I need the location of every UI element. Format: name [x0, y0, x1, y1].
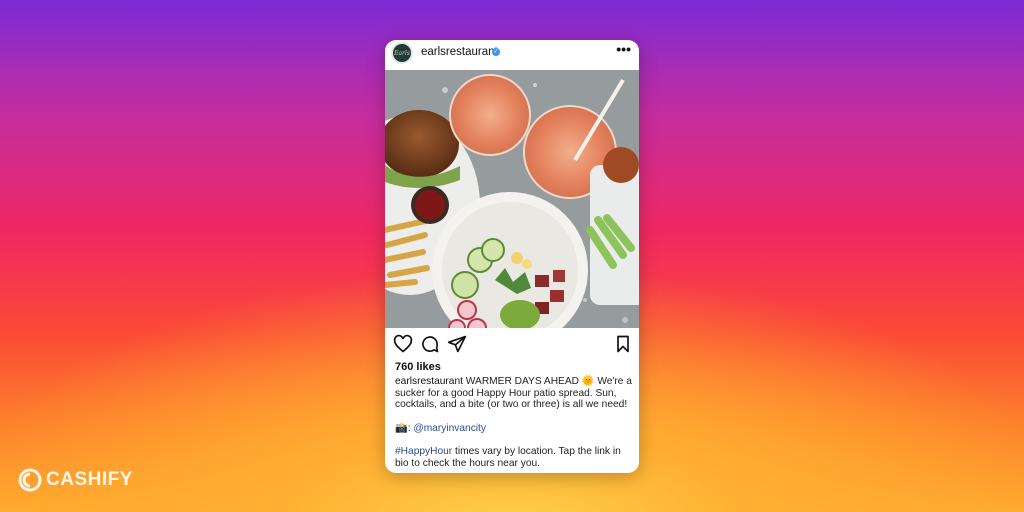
camera-icon: 📸	[395, 422, 408, 434]
send-icon[interactable]	[447, 334, 467, 354]
verified-badge-icon: ✓	[492, 48, 500, 56]
hashtag-link[interactable]: #HappyHour	[395, 446, 452, 457]
avatar[interactable]: Earls	[391, 42, 413, 64]
bookmark-icon[interactable]	[613, 334, 633, 354]
username-link[interactable]: earlsrestaurant	[421, 46, 498, 58]
heart-icon[interactable]	[393, 334, 413, 354]
post-image[interactable]	[385, 70, 639, 328]
brand-name: CASHIFY	[46, 469, 133, 490]
post-actions	[385, 334, 639, 356]
post-caption: earlsrestaurant WARMER DAYS AHEAD 🌞 We'r…	[395, 376, 633, 469]
avatar-logo-text: Earls	[394, 49, 410, 57]
food-photo-illustration	[385, 70, 639, 328]
watermark-logo: CASHIFY	[18, 466, 133, 494]
cashify-logo-icon	[18, 468, 42, 492]
credit-mention-link[interactable]: @maryinvancity	[413, 423, 486, 434]
caption-username[interactable]: earlsrestaurant	[395, 376, 463, 387]
likes-count[interactable]: 760 likes	[395, 361, 441, 373]
more-options-icon[interactable]: •••	[616, 41, 631, 57]
comment-icon[interactable]	[420, 334, 440, 354]
post-header: Earls earlsrestaurant ✓ •••	[385, 40, 639, 70]
instagram-post-card: Earls earlsrestaurant ✓ ••• 760 likes ea…	[385, 40, 639, 473]
